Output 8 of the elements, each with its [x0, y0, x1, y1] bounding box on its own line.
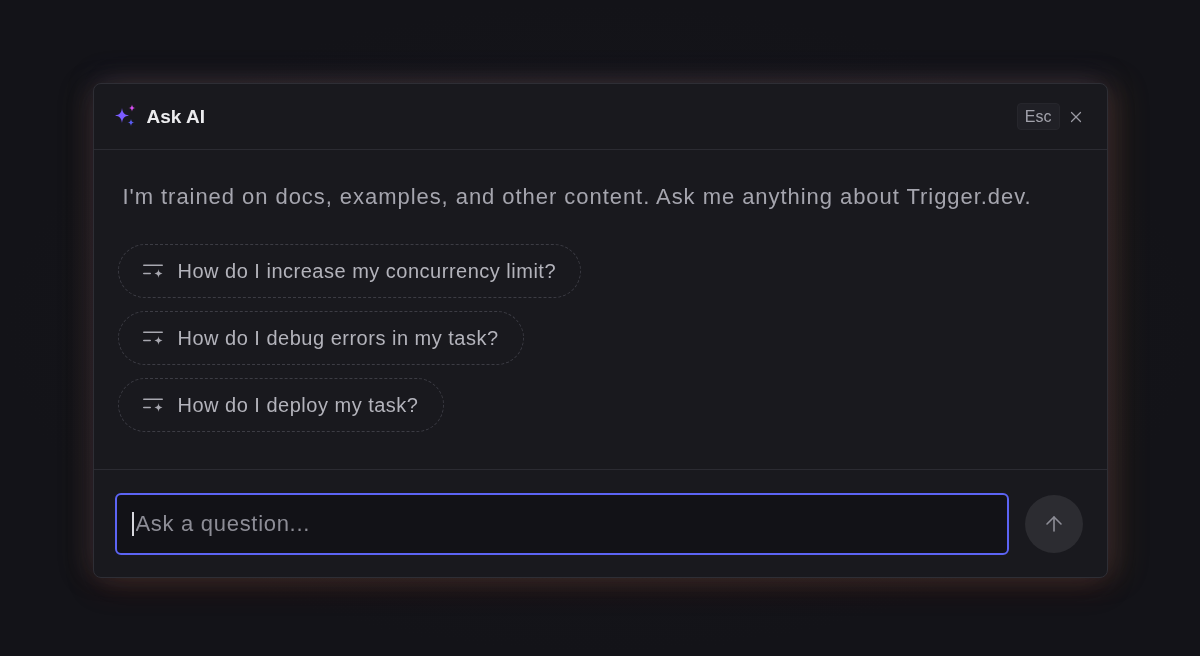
question-input[interactable]: Ask a question...: [114, 492, 1009, 555]
lines-sparkle-icon: [142, 397, 164, 413]
intro-text: I'm trained on docs, examples, and other content. Ask me anything about Trigger.dev.: [122, 183, 1033, 211]
dialog-title: Ask AI: [146, 105, 205, 128]
text-cursor: [131, 511, 134, 536]
lines-sparkle-icon: [142, 263, 164, 279]
lines-sparkle-icon: [142, 330, 164, 346]
shortcut-key: Esc: [1016, 103, 1060, 130]
